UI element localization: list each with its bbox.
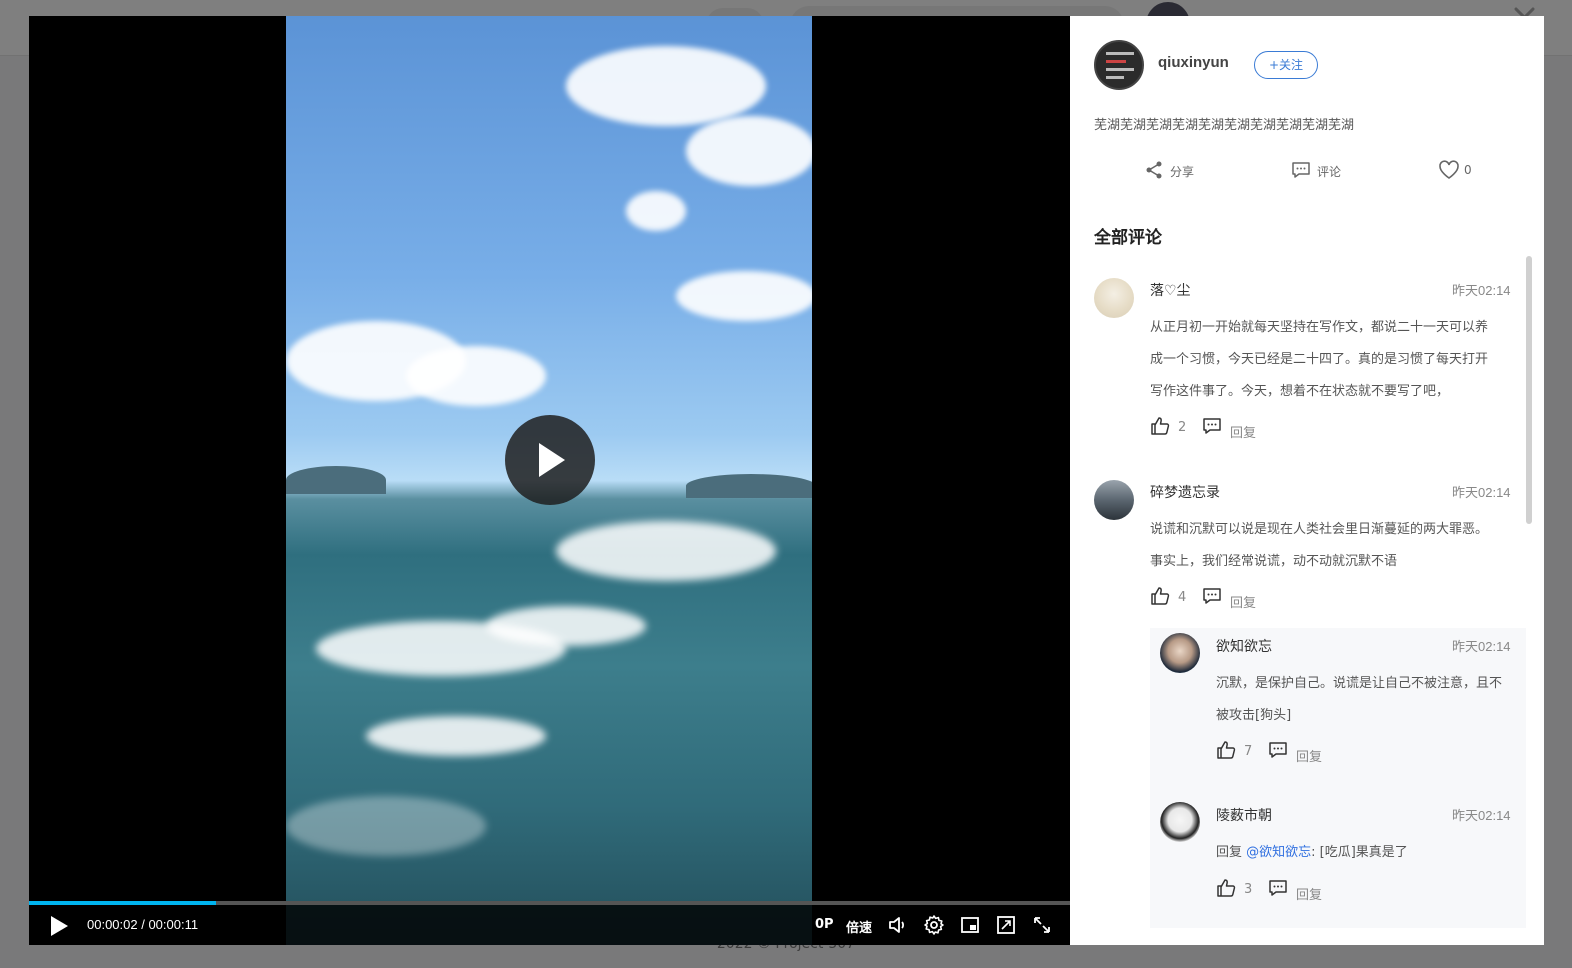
comment-text: 从正月初一开始就每天坚持在写作文，都说二十一天可以养 成一个习惯，今天已经是二十… xyxy=(1150,320,1489,399)
comment-label: 评论 xyxy=(1317,165,1342,179)
volume-icon[interactable] xyxy=(887,914,909,936)
comment-author[interactable]: 落♡尘 xyxy=(1150,280,1191,300)
reply-icon xyxy=(1203,418,1221,434)
author-name[interactable]: qiuxinyun xyxy=(1158,54,1229,71)
share-label: 分享 xyxy=(1170,165,1195,179)
thumbs-up-icon xyxy=(1151,587,1170,605)
post-detail-panel: qiuxinyun +关注 芜湖芜湖芜湖芜湖芜湖芜湖芜湖芜湖芜湖芜湖 分享 评论… xyxy=(1070,16,1544,945)
reply-icon xyxy=(1269,880,1287,896)
reply-icon xyxy=(1203,588,1221,604)
reply-like-count: 7 xyxy=(1244,744,1253,759)
reply-author[interactable]: 陵薮市朝 xyxy=(1216,805,1272,825)
comment-like-button[interactable]: 4 xyxy=(1150,586,1210,610)
duration: 00:00:11 xyxy=(148,917,199,932)
comment-avatar[interactable] xyxy=(1094,278,1134,318)
comment-like-count: 4 xyxy=(1178,590,1187,605)
comment-reply-label: 回复 xyxy=(1230,426,1257,441)
play-overlay-button[interactable] xyxy=(505,415,595,505)
comment-reply-button[interactable]: 回复 xyxy=(1202,416,1262,441)
reply-time: 昨天02:14 xyxy=(1452,808,1511,823)
comment-text: 说谎和沉默可以说是现在人类社会里日渐蔓延的两大罪恶。 事实上，我们经常说谎，动不… xyxy=(1150,522,1489,569)
fullscreen-icon[interactable] xyxy=(1031,914,1053,936)
thumbs-up-icon xyxy=(1217,879,1236,897)
heart-icon xyxy=(1439,160,1459,179)
reply-like-count: 3 xyxy=(1244,882,1253,897)
web-fullscreen-icon[interactable] xyxy=(995,914,1017,936)
reply-reply-label: 回复 xyxy=(1296,750,1323,765)
time-display: 00:00:02 / 00:00:11 xyxy=(87,917,199,932)
comment-like-button[interactable]: 2 xyxy=(1150,416,1210,440)
player-controls: 00:00:02 / 00:00:11 0P 倍速 xyxy=(29,905,1070,945)
reply-icon xyxy=(1269,742,1287,758)
comments-scrollbar[interactable] xyxy=(1526,256,1532,524)
comment-avatar[interactable] xyxy=(1094,480,1134,520)
post-text: 芜湖芜湖芜湖芜湖芜湖芜湖芜湖芜湖芜湖芜湖 xyxy=(1094,118,1355,133)
author-avatar[interactable] xyxy=(1094,40,1144,90)
reply-author[interactable]: 欲知欲忘 xyxy=(1216,636,1272,656)
reply-like-button[interactable]: 3 xyxy=(1216,878,1276,902)
comments-title: 全部评论 xyxy=(1094,228,1162,248)
comment-time: 昨天02:14 xyxy=(1452,283,1511,298)
comment-author[interactable]: 碎梦遗忘录 xyxy=(1150,482,1220,502)
reply-time: 昨天02:14 xyxy=(1452,639,1511,654)
quality-button[interactable]: 0P xyxy=(815,917,834,932)
settings-gear-icon[interactable] xyxy=(923,914,945,936)
follow-button[interactable]: +关注 xyxy=(1254,51,1318,79)
reply-reply-label: 回复 xyxy=(1296,888,1323,903)
comment-like-count: 2 xyxy=(1178,420,1187,435)
thumbs-up-icon xyxy=(1151,417,1170,435)
thumbs-up-icon xyxy=(1217,741,1236,759)
reply-text: 回复 @欲知欲忘: [吃瓜]果真是了 xyxy=(1216,845,1408,860)
reply-reply-button[interactable]: 回复 xyxy=(1268,878,1328,903)
share-icon xyxy=(1146,161,1162,179)
play-icon[interactable] xyxy=(51,916,68,936)
video-player[interactable]: 00:00:02 / 00:00:11 0P 倍速 xyxy=(29,16,1070,945)
comment-reply-label: 回复 xyxy=(1230,596,1257,611)
picture-in-picture-icon[interactable] xyxy=(959,914,981,936)
speed-button[interactable]: 倍速 xyxy=(846,917,872,936)
comment-time: 昨天02:14 xyxy=(1452,485,1511,500)
comment-icon xyxy=(1292,162,1310,178)
like-count: 0 xyxy=(1464,163,1472,177)
current-time: 00:00:02 xyxy=(87,917,138,932)
comment-reply-button[interactable]: 回复 xyxy=(1202,586,1262,611)
reply-text: 沉默，是保护自己。说谎是让自己不被注意，且不 被攻击[狗头] xyxy=(1216,676,1503,723)
reply-avatar[interactable] xyxy=(1160,633,1200,673)
reply-like-button[interactable]: 7 xyxy=(1216,740,1276,764)
reply-avatar[interactable] xyxy=(1160,802,1200,842)
reply-reply-button[interactable]: 回复 xyxy=(1268,740,1328,765)
mention-link[interactable]: @欲知欲忘 xyxy=(1246,845,1311,860)
